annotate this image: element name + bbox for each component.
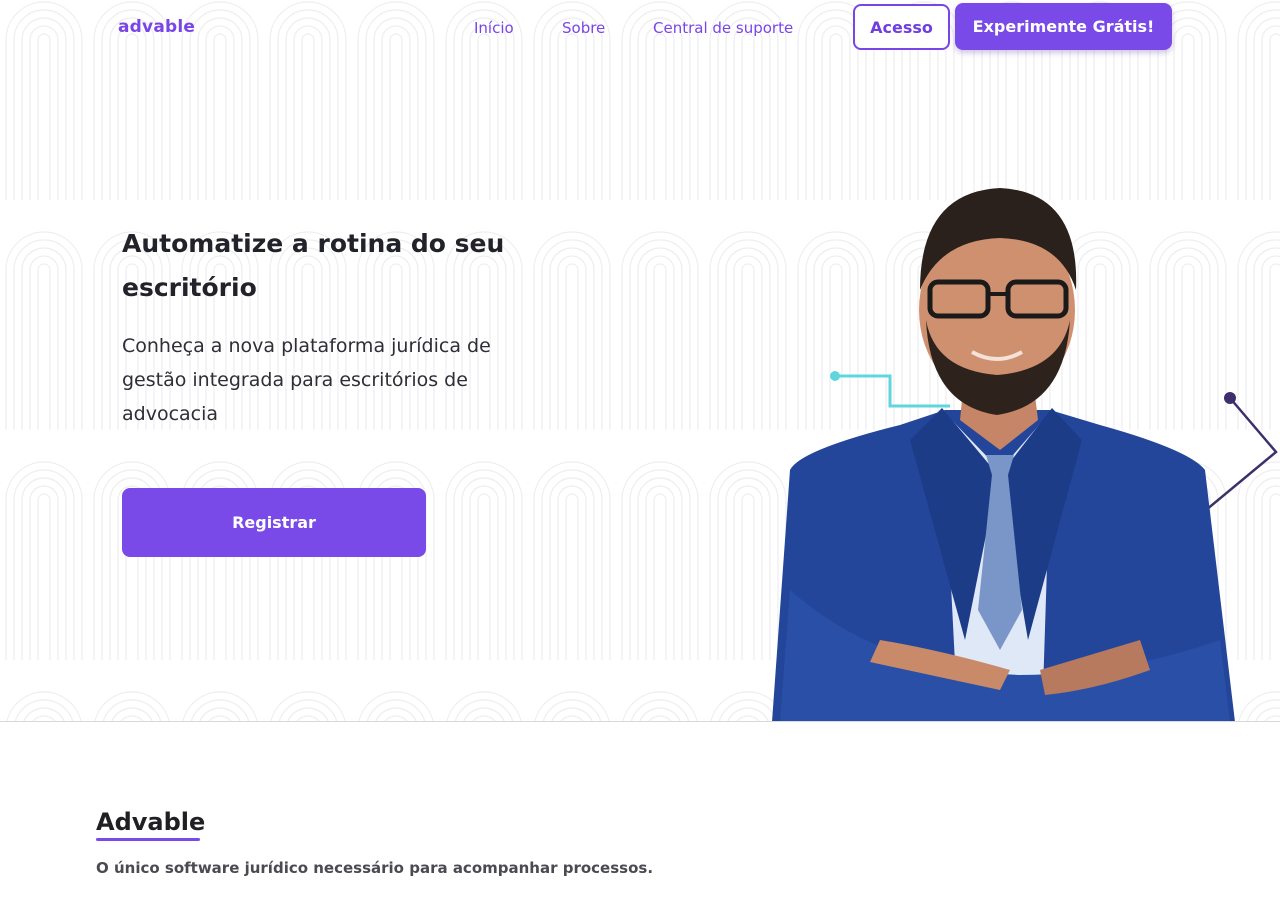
about-tagline: O único software jurídico necessário par… <box>96 859 654 877</box>
hero-title: Automatize a rotina do seu escritório <box>122 229 505 302</box>
nav-link-inicio[interactable]: Início <box>474 19 514 37</box>
brand-logo[interactable]: advable <box>118 17 195 37</box>
free-trial-button[interactable]: Experimente Grátis! <box>955 3 1172 50</box>
nav-link-sobre[interactable]: Sobre <box>562 19 605 37</box>
nav-link-central-de-suporte[interactable]: Central de suporte <box>653 19 793 37</box>
hero-person-image <box>772 188 1278 721</box>
title-underline <box>96 838 200 841</box>
top-navbar: advable Início Sobre Central de suporte … <box>0 0 1280 56</box>
about-title: Advable <box>96 808 206 836</box>
register-button[interactable]: Registrar <box>122 488 426 557</box>
hero-subtitle: Conheça a nova plataforma jurídica de ge… <box>122 335 491 425</box>
login-button[interactable]: Acesso <box>853 4 950 50</box>
hero-section: Automatize a rotina do seu escritório Co… <box>0 0 1280 722</box>
